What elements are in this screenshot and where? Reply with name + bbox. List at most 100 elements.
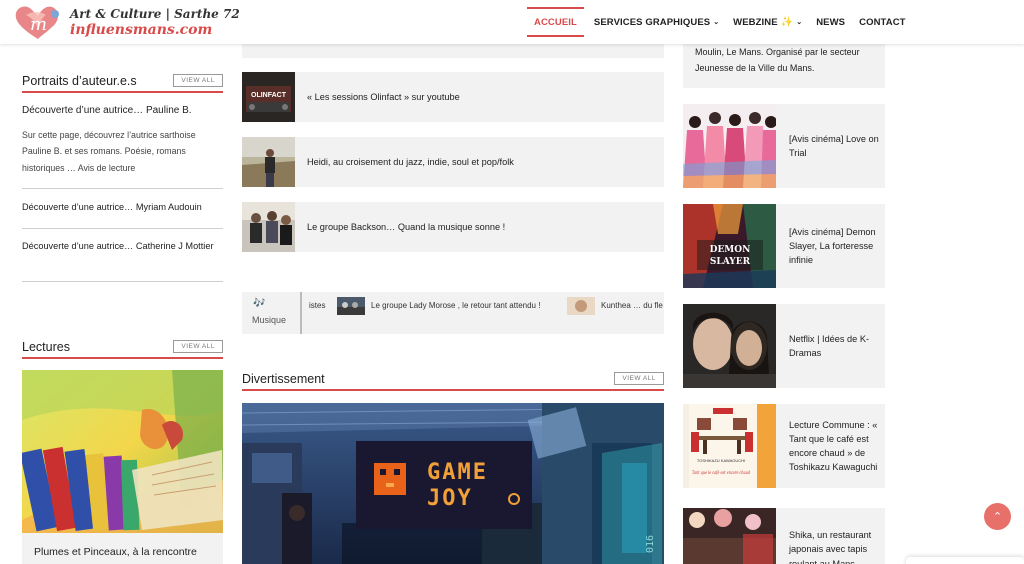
post-title: « Les sessions Olinfact » sur youtube [307,92,460,102]
svg-text:016: 016 [645,535,656,553]
post-title: Heidi, au croisement du jazz, indie, sou… [307,157,514,167]
book-cover-thumb-image: TOSHIKAZU KAWAGUCHI Tant que le café est… [683,404,776,488]
sparkle-icon: ✨ [780,16,794,28]
portrait-featured-title[interactable]: Découverte d’une autrice… Pauline B. [22,104,223,119]
corner-widget[interactable] [906,557,1024,564]
right-post-card[interactable]: DEMON SLAYER [Avis cinéma] Demon Slayer,… [683,204,885,288]
right-post-card[interactable]: Netflix | Idées de K-Dramas [683,304,885,388]
music-sparkle-icon: 🎶 [253,298,266,309]
portrait-item[interactable]: Découverte d’une autrice… Catherine J Mo… [22,240,223,254]
post-thumbnail [683,508,776,564]
music-ticker[interactable]: 🎶 Musique istes Le groupe Lady Morose , … [242,292,664,334]
brand[interactable]: Art & Culture | Sarthe 72 influensmans.c… [70,7,240,38]
post-title: Lecture Commune : « Tant que le café est… [789,419,878,473]
divertissement-section-header: Divertissement VIEW ALL [242,372,664,391]
post-thumbnail [242,202,295,252]
svg-text:m: m [30,14,47,35]
nav-news[interactable]: NEWS [809,0,852,44]
nav-label: WEBZINE [733,16,778,28]
gamejoy-arcade-image: GAME JOY 016 [242,403,664,564]
post-title: Le groupe Backson… Quand la musique sonn… [307,222,506,232]
chevron-down-icon: ⌄ [713,19,720,26]
lectures-caption-text: Plumes et Pinceaux, à la rencontre [34,546,197,558]
nav-label: ACCUEIL [534,16,577,28]
chevron-up-icon: ⌃ [992,511,1003,523]
nav-services-graphiques[interactable]: SERVICES GRAPHIQUES ⌄ [587,0,726,44]
lady-morose-thumb-image [337,297,365,315]
nav-contact[interactable]: CONTACT [852,0,912,44]
love-on-trial-thumb-image [683,104,776,188]
main-nav: ACCUEIL SERVICES GRAPHIQUES ⌄ WEBZINE ✨ ⌄ N… [524,0,913,44]
divider [22,281,223,282]
post-title: [Avis cinéma] Demon Slayer, La forteress… [789,226,876,266]
book-author: TOSHIKAZU KAWAGUCHI [697,458,745,463]
svg-text:DEMON: DEMON [710,245,751,255]
right-post-card[interactable]: Shika, un restaurant japonais avec tapis… [683,508,885,564]
ticker-label-text: Musique [252,315,287,325]
post-thumbnail [683,104,776,188]
section-title: Portraits d’auteur.e.s [22,74,137,88]
portraits-section-header: Portraits d’auteur.e.s VIEW ALL [22,74,223,93]
lectures-caption[interactable]: Plumes et Pinceaux, à la rencontre [22,533,223,564]
books-illustration [22,370,223,533]
nav-accueil[interactable]: ACCUEIL [527,7,584,37]
divertissement-featured-image[interactable]: GAME JOY 016 [242,403,664,564]
post-thumbnail [242,137,295,187]
shika-restaurant-thumb-image [683,508,776,564]
svg-text:SLAYER: SLAYER [710,257,751,267]
nav-label: SERVICES GRAPHIQUES [593,16,711,28]
site-header: m Art & Culture | Sarthe 72 influensmans… [0,0,1024,44]
section-title: Lectures [22,340,70,354]
nav-label: NEWS [816,16,846,28]
post-thumbnail [683,304,776,388]
section-title: Divertissement [242,372,325,386]
view-all-button[interactable]: VIEW ALL [173,340,223,353]
post-thumbnail: TOSHIKAZU KAWAGUCHI Tant que le café est… [683,404,776,488]
thumb-text: OLINFACT [251,92,287,99]
ticker-item[interactable]: istes [309,301,325,310]
view-all-button[interactable]: VIEW ALL [614,372,664,385]
ticker-thumb [337,297,365,315]
brand-tagline: Art & Culture | Sarthe 72 [70,7,240,21]
right-previous-card-text: Moulin, Le Mans. Organisé par le secteur… [695,47,860,74]
post-title: Shika, un restaurant japonais avec tapis… [789,530,872,564]
ticker-thumb [567,297,595,315]
chevron-down-icon: ⌄ [796,19,803,26]
portrait-featured-excerpt: Sur cette page, découvrez l’autrice sart… [22,129,196,173]
book-title: Tant que le café est encore chaud [692,469,750,476]
olinfact-thumb-image: OLINFACT [242,72,295,122]
heidi-thumb-image [242,137,295,187]
lectures-image[interactable] [22,370,223,533]
post-thumbnail: DEMON SLAYER [683,204,776,288]
nav-webzine[interactable]: WEBZINE ✨ ⌄ [726,0,809,44]
right-previous-card[interactable]: Moulin, Le Mans. Organisé par le secteur… [683,44,885,88]
music-post-card[interactable]: Heidi, au croisement du jazz, indie, sou… [242,137,664,187]
logo-icon[interactable]: m [12,3,64,41]
right-post-card[interactable]: TOSHIKAZU KAWAGUCHI Tant que le café est… [683,404,885,488]
backson-thumb-image [242,202,295,252]
demon-slayer-thumb-image: DEMON SLAYER [683,204,776,288]
ticker-item[interactable]: Le groupe Lady Morose , le retour tant a… [371,301,540,310]
ticker-label: 🎶 Musique [242,292,302,334]
divider [22,188,223,189]
post-title: [Avis cinéma] Love on Trial [789,133,879,158]
music-post-card[interactable]: Le groupe Backson… Quand la musique sonn… [242,202,664,252]
portrait-item[interactable]: Découverte d’une autrice… Myriam Audouin [22,201,223,215]
music-post-card[interactable]: OLINFACT « Les sessions Olinfact » sur y… [242,72,664,122]
kunthea-thumb-image [567,297,595,315]
scroll-to-top-button[interactable]: ⌃ [984,503,1011,530]
post-thumbnail: OLINFACT [242,72,295,122]
divider [22,228,223,229]
view-all-button[interactable]: VIEW ALL [173,74,223,87]
nav-label: CONTACT [859,16,906,28]
previous-card-bottom [242,44,664,58]
post-title: Netflix | Idées de K-Dramas [789,333,870,358]
svg-text:JOY: JOY [427,486,473,511]
k-drama-thumb-image [683,304,776,388]
brand-domain: influensmans.com [70,22,213,38]
svg-text:GAME: GAME [427,460,488,485]
ticker-item[interactable]: Kunthea … du fle [601,301,663,310]
portrait-featured: Découverte d’une autrice… Pauline B. Sur… [22,104,223,177]
right-post-card[interactable]: [Avis cinéma] Love on Trial [683,104,885,188]
lectures-section-header: Lectures VIEW ALL [22,340,223,359]
